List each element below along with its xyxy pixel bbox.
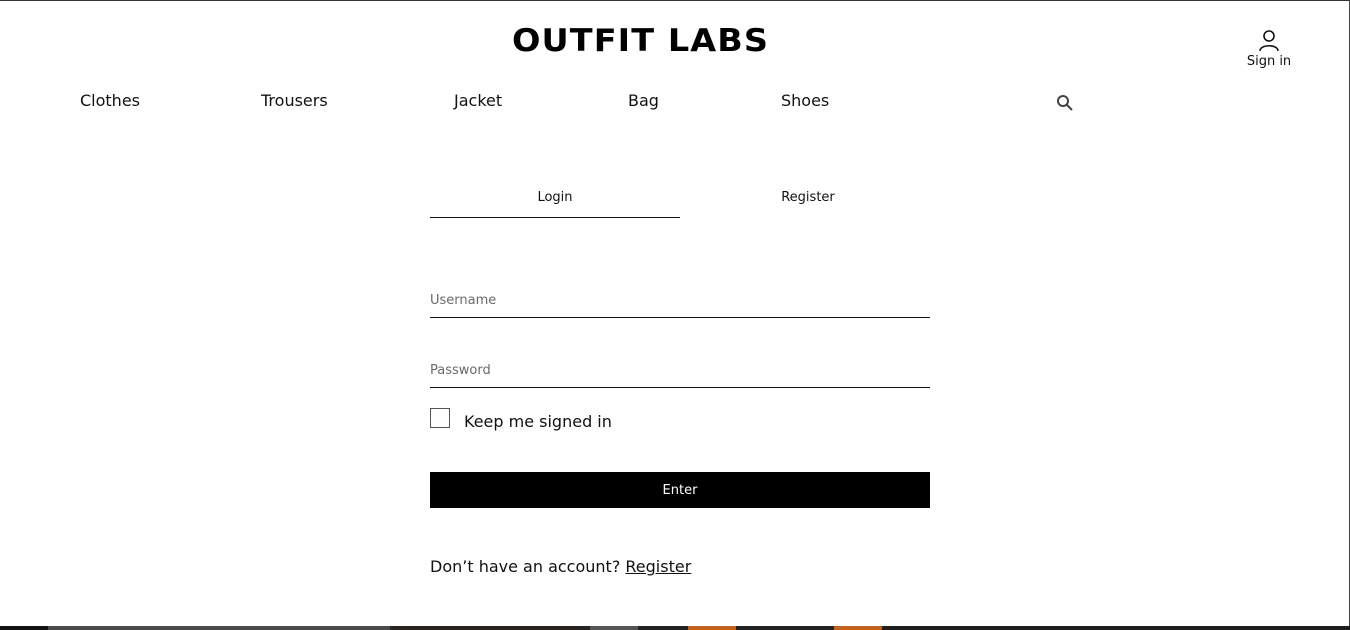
nav-item-bag[interactable]: Bag xyxy=(628,90,659,112)
tab-register[interactable]: Register xyxy=(683,188,933,218)
footer-image-strip xyxy=(0,626,1350,630)
nav-item-jacket[interactable]: Jacket xyxy=(454,90,502,112)
keep-signed-in-label: Keep me signed in xyxy=(464,412,612,431)
signup-prompt: Don’t have an account? xyxy=(430,557,621,576)
register-link[interactable]: Register xyxy=(625,557,691,576)
password-input[interactable] xyxy=(430,354,930,388)
keep-signed-in-checkbox[interactable] xyxy=(430,408,450,428)
top-border xyxy=(0,0,1350,1)
search-button[interactable] xyxy=(1055,93,1075,113)
nav-item-clothes[interactable]: Clothes xyxy=(80,90,140,112)
signup-row: Don’t have an account? Register xyxy=(430,557,691,577)
enter-button[interactable]: Enter xyxy=(430,472,930,508)
tab-login[interactable]: Login xyxy=(430,188,680,218)
user-icon xyxy=(1259,30,1279,52)
search-icon xyxy=(1057,95,1073,111)
sign-in-button[interactable]: Sign in xyxy=(1244,28,1294,72)
nav-item-trousers[interactable]: Trousers xyxy=(261,90,328,112)
sign-in-label: Sign in xyxy=(1246,54,1292,69)
username-input[interactable] xyxy=(430,284,930,318)
brand-logo[interactable]: OUTFIT LABS xyxy=(512,22,793,60)
nav-item-shoes[interactable]: Shoes xyxy=(781,90,829,112)
